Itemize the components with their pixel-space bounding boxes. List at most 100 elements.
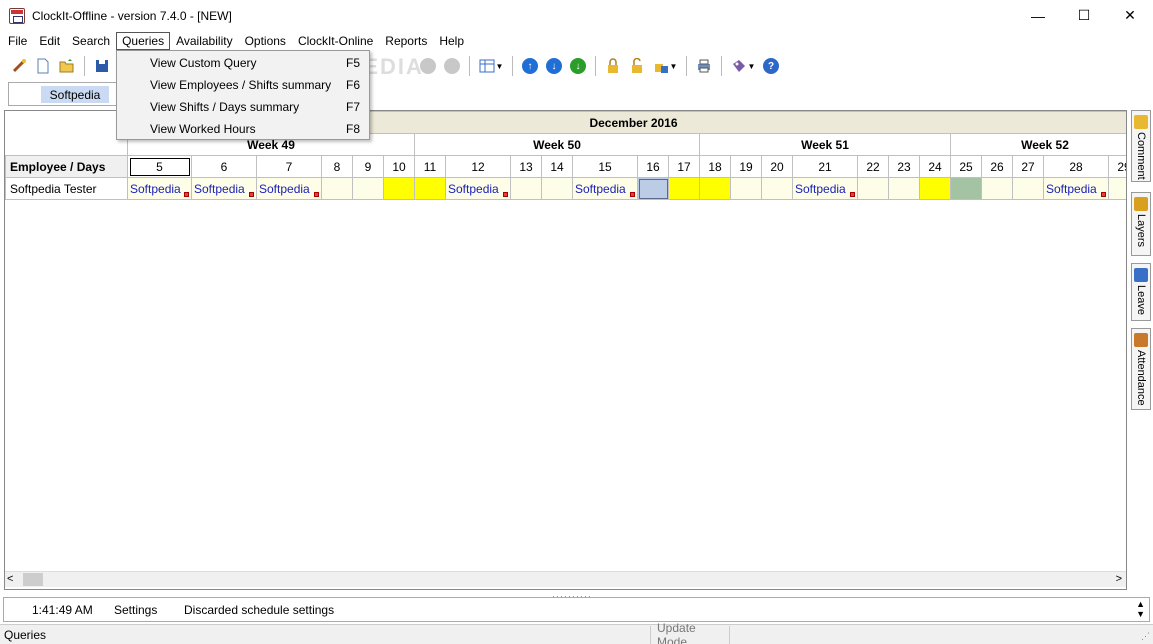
schedule-cell[interactable] xyxy=(730,177,762,200)
schedule-cell[interactable]: Softpedia xyxy=(572,177,638,200)
day-header[interactable]: 29 xyxy=(1108,155,1126,178)
close-button[interactable]: ✕ xyxy=(1107,0,1153,31)
menu-queries[interactable]: Queries xyxy=(116,32,171,50)
help-icon[interactable]: ? xyxy=(760,55,782,77)
day-header[interactable]: 16 xyxy=(637,155,669,178)
queries-menu-item[interactable]: View Shifts / Days summary F7 xyxy=(117,96,369,118)
day-header[interactable]: 27 xyxy=(1012,155,1044,178)
queries-menu-item[interactable]: View Custom Query F5 xyxy=(117,52,369,74)
queries-menu-item[interactable]: View Employees / Shifts summary F6 xyxy=(117,74,369,96)
schedule-cell[interactable] xyxy=(950,177,982,200)
queries-dropdown-menu: View Custom Query F5 View Employees / Shif… xyxy=(116,50,370,140)
resize-grip-icon[interactable]: ⋰ xyxy=(1141,631,1150,642)
day-header[interactable]: 19 xyxy=(730,155,762,178)
day-header[interactable]: 12 xyxy=(445,155,511,178)
menu-reports[interactable]: Reports xyxy=(379,32,433,50)
schedule-cell[interactable] xyxy=(414,177,446,200)
move-down-icon[interactable]: ↓ xyxy=(543,55,565,77)
schedule-cell[interactable] xyxy=(761,177,793,200)
schedule-cell[interactable] xyxy=(510,177,542,200)
schedule-cell[interactable]: Softpedia xyxy=(445,177,511,200)
schedule-cell[interactable]: Softpedia xyxy=(1043,177,1109,200)
scroll-right-icon[interactable]: > xyxy=(1116,573,1122,585)
schedule-cell[interactable] xyxy=(1108,177,1126,200)
side-tab-layers[interactable]: Layers xyxy=(1131,192,1151,256)
day-header[interactable]: 5 xyxy=(127,155,192,178)
new-document-icon[interactable] xyxy=(32,55,54,77)
day-header[interactable]: 18 xyxy=(699,155,731,178)
scroll-left-icon[interactable]: < xyxy=(7,573,13,585)
menu-item-label: View Custom Query xyxy=(150,56,257,70)
day-header[interactable]: 13 xyxy=(510,155,542,178)
schedule-cell[interactable] xyxy=(699,177,731,200)
day-header[interactable]: 22 xyxy=(857,155,889,178)
schedule-cell[interactable] xyxy=(857,177,889,200)
schedule-cell[interactable] xyxy=(637,177,669,200)
menu-help[interactable]: Help xyxy=(433,32,470,50)
schedule-cell[interactable] xyxy=(981,177,1013,200)
queries-menu-item[interactable]: View Worked Hours F8 xyxy=(117,118,369,140)
day-header[interactable]: 25 xyxy=(950,155,982,178)
next-gray-icon[interactable] xyxy=(441,55,463,77)
log-scroll-arrows[interactable]: ▲ ▼ xyxy=(1136,599,1145,619)
menu-clockit-online[interactable]: ClockIt-Online xyxy=(292,32,379,50)
day-header[interactable]: 21 xyxy=(792,155,858,178)
schedule-cell[interactable] xyxy=(668,177,700,200)
lock-icon[interactable] xyxy=(602,55,624,77)
schedule-cell[interactable]: Softpedia xyxy=(792,177,858,200)
day-header[interactable]: 9 xyxy=(352,155,384,178)
day-header[interactable]: 7 xyxy=(256,155,322,178)
filter-chip[interactable]: Softpedia xyxy=(41,86,109,103)
schedule-cell[interactable] xyxy=(888,177,920,200)
day-header[interactable]: 8 xyxy=(321,155,353,178)
side-tab-label: Layers xyxy=(1135,214,1147,248)
schedule-cell[interactable] xyxy=(321,177,353,200)
save-icon[interactable] xyxy=(91,55,113,77)
schedule-cell[interactable]: Softpedia xyxy=(127,177,192,200)
print-icon[interactable] xyxy=(693,55,715,77)
schedule-cell[interactable] xyxy=(383,177,415,200)
multi-lock-icon[interactable]: ▼ xyxy=(650,55,680,77)
schedule-cell[interactable]: Softpedia xyxy=(191,177,257,200)
day-header[interactable]: 15 xyxy=(572,155,638,178)
schedule-cell[interactable] xyxy=(352,177,384,200)
employee-days-header: Employee / Days xyxy=(5,155,128,178)
dropdown-arrow-icon: ▼ xyxy=(747,61,756,71)
week-header: Week 52 xyxy=(950,133,1126,156)
status-text: Queries xyxy=(4,627,47,642)
schedule-cell[interactable] xyxy=(541,177,573,200)
download-icon[interactable]: ↓ xyxy=(567,55,589,77)
maximize-button[interactable]: ☐ xyxy=(1061,0,1107,31)
side-tab-leave[interactable]: Leave xyxy=(1131,263,1151,321)
schedule-cell[interactable] xyxy=(919,177,951,200)
wizard-icon[interactable] xyxy=(8,55,30,77)
move-up-icon[interactable]: ↑ xyxy=(519,55,541,77)
side-tab-comment[interactable]: Comment xyxy=(1131,110,1151,182)
day-header[interactable]: 23 xyxy=(888,155,920,178)
day-header[interactable]: 11 xyxy=(414,155,446,178)
schedule-cell[interactable]: Softpedia xyxy=(256,177,322,200)
unlock-icon[interactable] xyxy=(626,55,648,77)
day-header[interactable]: 20 xyxy=(761,155,793,178)
menu-file[interactable]: File xyxy=(2,32,33,50)
day-header[interactable]: 28 xyxy=(1043,155,1109,178)
employee-name[interactable]: Softpedia Tester xyxy=(5,177,128,200)
menu-availability[interactable]: Availability xyxy=(170,32,238,50)
schedule-cell[interactable] xyxy=(1012,177,1044,200)
menu-search[interactable]: Search xyxy=(66,32,116,50)
day-header[interactable]: 10 xyxy=(383,155,415,178)
menu-options[interactable]: Options xyxy=(239,32,292,50)
day-header[interactable]: 17 xyxy=(668,155,700,178)
horizontal-scrollbar[interactable]: < > xyxy=(5,571,1126,587)
tag-icon[interactable]: ▼ xyxy=(728,55,758,77)
open-folder-icon[interactable] xyxy=(56,55,78,77)
scroll-thumb[interactable] xyxy=(23,573,43,586)
day-header[interactable]: 6 xyxy=(191,155,257,178)
day-header[interactable]: 14 xyxy=(541,155,573,178)
side-tab-attendance[interactable]: Attendance xyxy=(1131,328,1151,410)
menu-edit[interactable]: Edit xyxy=(33,32,66,50)
minimize-button[interactable]: — xyxy=(1015,0,1061,31)
day-header[interactable]: 24 xyxy=(919,155,951,178)
day-header[interactable]: 26 xyxy=(981,155,1013,178)
view-grid-icon[interactable]: ▼ xyxy=(476,55,506,77)
